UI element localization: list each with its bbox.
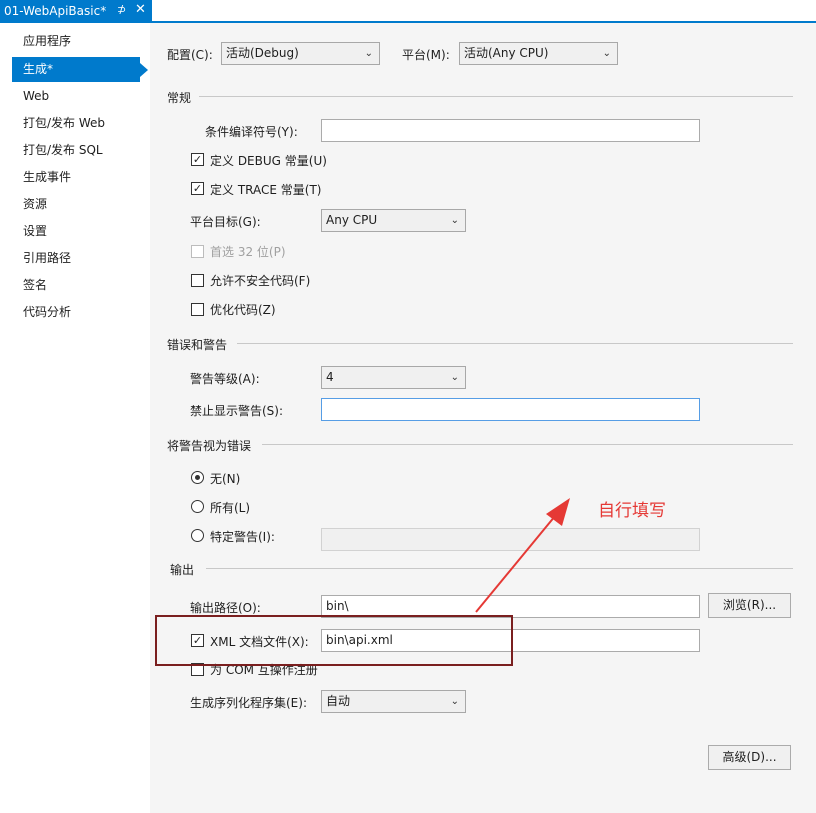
annotation-arrow-icon (475, 498, 570, 613)
annotation-text: 自行填写 (598, 501, 666, 521)
